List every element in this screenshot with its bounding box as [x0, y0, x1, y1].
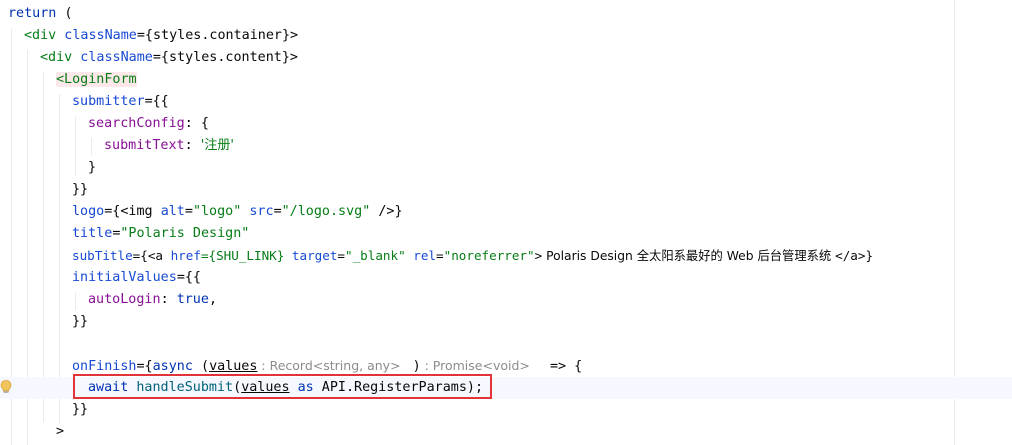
indent-guide — [43, 72, 44, 422]
code-line[interactable]: title="Polaris Design" — [72, 223, 249, 245]
code-line[interactable]: subTitle={<a href={SHU_LINK} target="_bl… — [72, 245, 873, 267]
indent-guide — [75, 292, 76, 310]
code-line[interactable]: <div className={styles.content}> — [40, 47, 298, 69]
indent-guide — [75, 116, 76, 176]
code-editor[interactable]: return ( <div className={styles.containe… — [0, 0, 1012, 445]
code-line[interactable]: autoLogin: true, — [88, 289, 217, 311]
indent-guide — [59, 94, 60, 424]
type-hint: : Record<string, any> — [257, 358, 405, 373]
indent-guide — [91, 138, 92, 156]
code-line[interactable]: submitText: '注册' — [104, 135, 234, 157]
current-code-line[interactable]: await handleSubmit(values as API.Registe… — [0, 377, 1012, 399]
code-line[interactable]: logo={<img alt="logo" src="/logo.svg" />… — [72, 201, 403, 223]
code-line[interactable]: return ( — [8, 3, 73, 25]
code-line[interactable]: <LoginForm — [56, 69, 137, 91]
component-tag: <LoginForm — [56, 72, 137, 87]
code-line[interactable]: }} — [72, 311, 88, 333]
type-hint: : Promise<void> — [420, 358, 534, 373]
code-line[interactable]: onFinish={async (values : Record<string,… — [72, 355, 582, 377]
code-line[interactable]: }} — [72, 179, 88, 201]
code-line[interactable]: searchConfig: { — [88, 113, 209, 135]
code-line[interactable]: > — [56, 421, 64, 443]
code-line[interactable]: initialValues={{ — [72, 267, 201, 289]
keyword: return — [8, 6, 57, 21]
code-line[interactable]: }} — [72, 399, 88, 421]
lightbulb-icon[interactable] — [0, 380, 12, 394]
code-line[interactable]: <div className={styles.container}> — [24, 25, 298, 47]
code-line[interactable]: } — [88, 157, 96, 179]
code-line[interactable]: submitter={{ — [72, 91, 169, 113]
